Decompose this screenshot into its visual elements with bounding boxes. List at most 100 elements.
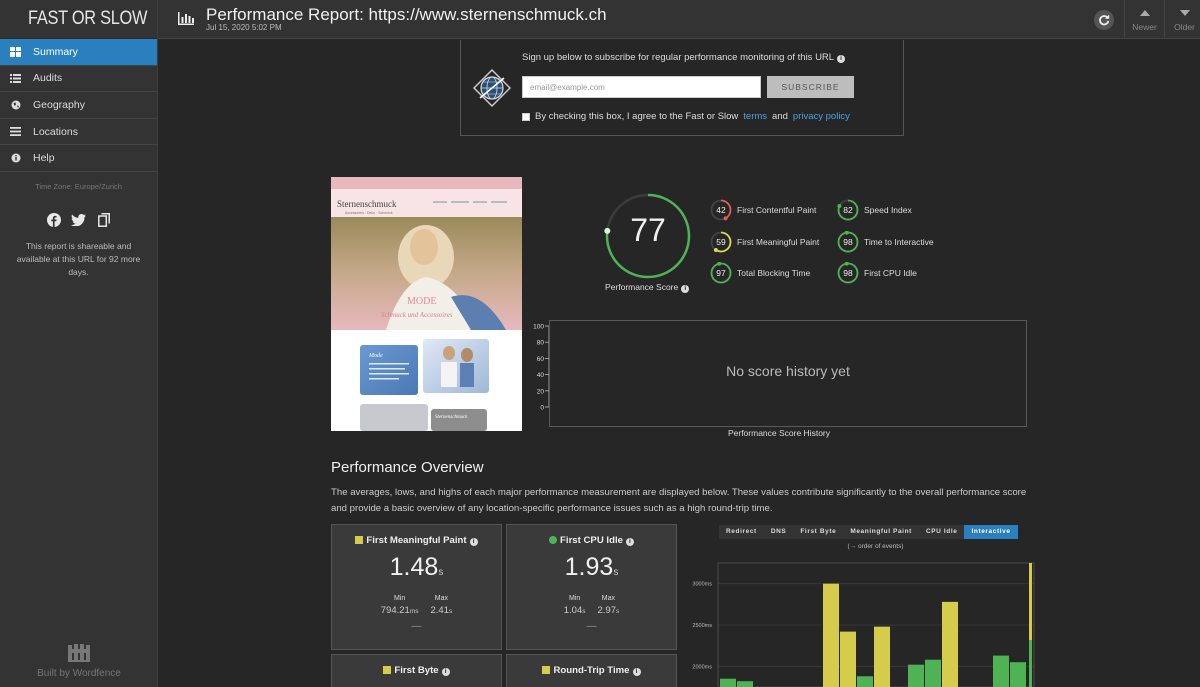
min-unit: s [582, 608, 586, 615]
preview-brand: Sternenschmuck [337, 199, 397, 209]
sidebar-item-geography[interactable]: Geography [0, 92, 157, 119]
built-by-wordfence[interactable]: Built by Wordfence [0, 643, 158, 679]
sidebar-item-audits[interactable]: Audits [0, 66, 157, 93]
metric-value: 98 [843, 237, 853, 247]
metric-ring: 97 [710, 262, 732, 284]
metric-first-cpu-idle: 98 First CPU Idle [837, 262, 917, 284]
older-label: Older [1174, 22, 1195, 32]
sidebar-item-help[interactable]: Help [0, 145, 157, 172]
preview-hero-text: MODE [407, 296, 436, 307]
min-value: 1.04 [563, 605, 583, 616]
newer-label: Newer [1132, 22, 1157, 32]
waterfall-tick-label: 2500ms [692, 623, 712, 629]
older-button[interactable]: Older [1164, 0, 1200, 39]
performance-score-value: 77 [630, 212, 666, 248]
card-first-byte: First Byte i [331, 654, 502, 687]
preview-card-title: Mode [368, 353, 383, 359]
legend-meaningful-paint[interactable]: Meaningful Paint [843, 525, 919, 539]
sidebar-item-label: Audits [33, 72, 63, 85]
card-average-value: 1.93 [564, 553, 614, 581]
brand[interactable]: FAST OR SLOW [0, 0, 157, 39]
share-note: This report is shareable and available a… [16, 240, 141, 277]
history-tick-label: 60 [537, 356, 545, 363]
max-unit: s [616, 608, 620, 615]
card-title-text: First Byte [394, 665, 439, 676]
waterfall-order-note: (→ order of events) [847, 543, 904, 550]
globe-icon [10, 99, 21, 110]
card-max: Max 2.97s [598, 595, 620, 616]
copy-icon[interactable] [96, 213, 111, 228]
swatch-circle-icon [549, 536, 558, 544]
performance-score-label: Performance Score i [605, 282, 690, 293]
info-icon[interactable]: i [632, 668, 641, 676]
waterfall-bar [908, 664, 924, 687]
arrow-up-icon [1139, 10, 1150, 16]
terms-link[interactable]: terms [743, 111, 767, 122]
card-min-max: Min 1.04s Max 2.97s [507, 595, 676, 616]
metric-first-contentful-paint: 42 First Contentful Paint [710, 199, 816, 221]
sidebar-item-locations[interactable]: Locations [0, 119, 157, 146]
card-title: First CPU Idle i [507, 535, 676, 546]
score-history-caption: Performance Score History [727, 428, 831, 438]
sidebar: FAST OR SLOW Summary Audits Geography Lo… [0, 0, 158, 687]
info-icon[interactable]: i [681, 285, 690, 293]
metric-ring: 82 [837, 199, 859, 221]
waterfall-bar [942, 601, 958, 687]
social-links [0, 213, 157, 228]
wordfence-logo-icon [68, 644, 90, 662]
card-average-unit: s [613, 567, 619, 578]
arrow-down-icon [1179, 10, 1190, 16]
website-screenshot: Sternenschmuck Accessoires · Deko · Schm… [331, 177, 522, 431]
card-average-value: 1.48 [389, 553, 439, 581]
waterfall-bar [720, 678, 736, 687]
metric-first-meaningful-paint: 59 First Meaningful Paint [710, 231, 819, 253]
card-average-unit: s [438, 567, 444, 578]
metric-value: 82 [843, 205, 853, 215]
email-field[interactable] [522, 76, 761, 98]
metric-ring: 98 [837, 231, 859, 253]
newer-button[interactable]: Newer [1124, 0, 1164, 39]
min-label: Min [568, 595, 581, 602]
card-first-cpu-idle: First CPU Idle i 1.93s Min 1.04s Max 2.97s … [506, 524, 677, 650]
swatch-square-icon [383, 666, 392, 674]
sidebar-item-summary[interactable]: Summary [0, 39, 157, 66]
refresh-button[interactable] [1094, 10, 1114, 30]
legend-redirect[interactable]: Redirect [719, 525, 764, 539]
history-tick-label: 80 [537, 340, 545, 347]
waterfall-bar [993, 655, 1009, 687]
facebook-icon[interactable] [46, 213, 61, 228]
waterfall-tick-label: 3000ms [692, 582, 712, 588]
performance-score-label-text: Performance Score [605, 282, 679, 292]
metric-total-blocking-time: 97 Total Blocking Time [710, 262, 810, 284]
legend-cpu-idle[interactable]: CPU Idle [918, 525, 965, 539]
metric-label: First Meaningful Paint [737, 237, 820, 247]
min-label: Min [393, 595, 406, 602]
info-icon[interactable]: i [441, 668, 450, 676]
page-title: Performance Report: https://www.sternens… [206, 5, 607, 24]
metric-label: First CPU Idle [864, 268, 917, 278]
legend-dns[interactable]: DNS [763, 525, 794, 539]
agree-checkbox[interactable] [522, 112, 530, 121]
legend-first-byte[interactable]: First Byte [793, 525, 844, 539]
overview-description: The averages, lows, and highs of each ma… [331, 487, 1027, 514]
subscribe-button[interactable]: SUBSCRIBE [767, 76, 854, 98]
preview-tagline: Accessoires · Deko · Schmuck [345, 211, 393, 215]
card-average: 1.48s [332, 553, 501, 582]
refresh-icon [1099, 14, 1110, 26]
history-tick-label: 0 [540, 405, 544, 412]
info-icon[interactable]: i [625, 538, 634, 546]
card-title-text: First Meaningful Paint [366, 535, 467, 546]
info-icon[interactable]: i [469, 538, 478, 546]
privacy-policy-link[interactable]: privacy policy [793, 111, 850, 122]
max-unit: s [448, 608, 453, 615]
min-value: 794.21 [380, 605, 410, 616]
info-icon[interactable]: i [837, 55, 846, 63]
subscribe-text: Sign up below to subscribe for regular p… [522, 52, 846, 63]
card-title: Round-Trip Time i [507, 665, 676, 676]
legend-interactive[interactable]: Interactive [964, 525, 1018, 539]
subscribe-box: Sign up below to subscribe for regular p… [460, 40, 904, 136]
twitter-icon[interactable] [71, 213, 86, 228]
report-date: Jul 15, 2020 5:02 PM [206, 23, 282, 32]
subscribe-text-label: Sign up below to subscribe for regular p… [522, 52, 835, 63]
max-value: 2.41 [430, 605, 449, 616]
